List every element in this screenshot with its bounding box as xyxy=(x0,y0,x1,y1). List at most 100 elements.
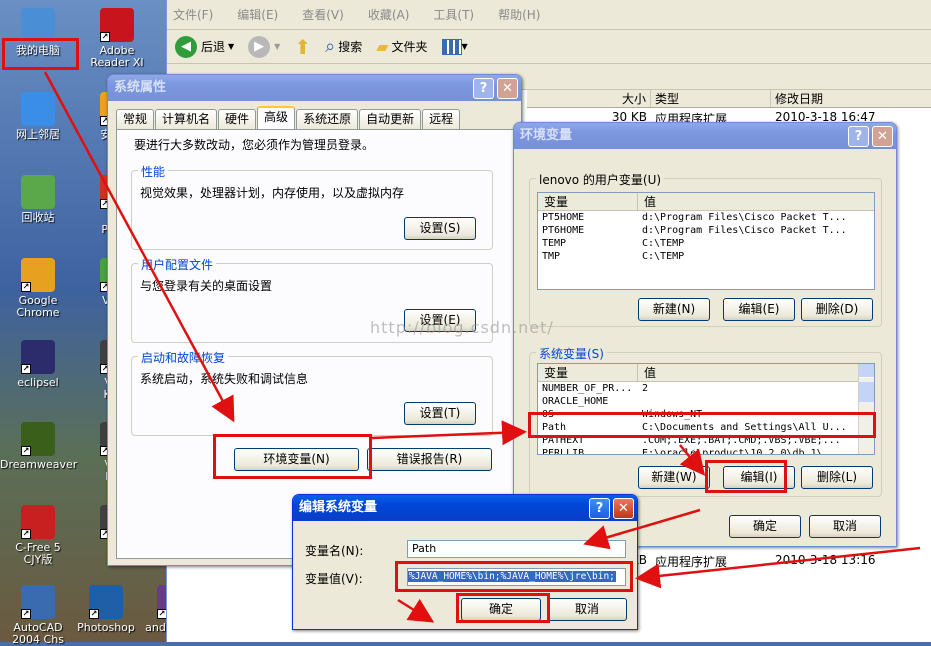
variable-value xyxy=(638,395,858,408)
ok-button[interactable]: 确定 xyxy=(729,515,801,538)
column-value[interactable]: 值 xyxy=(638,193,874,210)
group-title: 性能 xyxy=(138,163,169,180)
system-edit-button[interactable]: 编辑(I) xyxy=(723,466,795,489)
user-edit-button[interactable]: 编辑(E) xyxy=(723,298,795,321)
desktop-icon[interactable]: ↗ Google Chrome xyxy=(0,258,76,319)
tab-strip: 常规 计算机名 硬件 高级 系统还原 自动更新 远程 xyxy=(116,106,461,129)
list-item[interactable]: PATHEXT .COM;.EXE;.BAT;.CMD;.VBS;.VBE;... xyxy=(538,434,874,447)
list-item[interactable]: PT5HOME d:\Program Files\Cisco Packet T..… xyxy=(538,211,874,224)
tab-hardware[interactable]: 硬件 xyxy=(218,109,257,129)
ok-button[interactable]: 确定 xyxy=(461,598,541,621)
close-button[interactable]: ✕ xyxy=(872,126,893,147)
desktop-icon[interactable]: ↗ Photoshop xyxy=(68,585,144,634)
title-bar[interactable]: 系统属性 ? ✕ xyxy=(108,75,521,101)
column-size[interactable]: 大小 xyxy=(527,90,651,107)
chevron-down-icon[interactable]: ▼ xyxy=(228,42,234,51)
desktop-icon[interactable]: ↗ AutoCAD 2004 Chs xyxy=(0,585,76,646)
variable-name-field[interactable]: Path xyxy=(407,540,626,558)
folders-button[interactable]: ▰ 文件夹 xyxy=(376,37,427,56)
desktop-icon[interactable]: 回收站 xyxy=(0,175,76,224)
list-item[interactable]: ORACLE_HOME xyxy=(538,395,874,408)
column-type[interactable]: 类型 xyxy=(651,90,771,107)
search-button[interactable]: ⌕ 搜索 xyxy=(325,36,362,57)
recycle-bin-icon xyxy=(21,175,55,209)
menu-file[interactable]: 文件(F) xyxy=(173,6,213,23)
help-button[interactable]: ? xyxy=(473,78,494,99)
cancel-button[interactable]: 取消 xyxy=(547,598,627,621)
help-button[interactable]: ? xyxy=(848,126,869,147)
performance-settings-button[interactable]: 设置(S) xyxy=(404,217,476,240)
system-new-button[interactable]: 新建(W) xyxy=(638,466,710,489)
system-variables-list[interactable]: 变量值 NUMBER_OF_PR... 2 ORACLE_HOME OS Windows… xyxy=(537,363,875,455)
startup-settings-button[interactable]: 设置(T) xyxy=(404,402,476,425)
back-button[interactable]: ◀ 后退 ▼ xyxy=(175,35,234,58)
variable-value: Windows_NT xyxy=(642,409,703,420)
title-bar[interactable]: 环境变量 ? ✕ xyxy=(514,123,896,149)
tab-auto-update[interactable]: 自动更新 xyxy=(359,109,422,129)
forward-button[interactable]: ▶ ▼ xyxy=(248,35,280,58)
column-date[interactable]: 修改日期 xyxy=(771,90,931,107)
list-item[interactable]: NUMBER_OF_PR... 2 xyxy=(538,382,874,395)
user-new-button[interactable]: 新建(N) xyxy=(638,298,710,321)
group-title: 启动和故障恢复 xyxy=(138,349,229,366)
dialog-title: 编辑系统变量 xyxy=(299,500,378,515)
scroll-up-arrow-icon[interactable] xyxy=(859,364,874,378)
variable-value: C:\Documents and Settings\All U... xyxy=(642,422,847,433)
variable-value-field[interactable]: %JAVA_HOME%\bin;%JAVA_HOME%\jre\bin; xyxy=(407,568,626,586)
column-variable[interactable]: 变量 xyxy=(538,364,638,381)
watermark: http://blog.csdn.net/ xyxy=(370,318,554,337)
views-button[interactable]: ▼ xyxy=(441,38,468,55)
startup-recovery-group: 启动和故障恢复 系统启动，系统失败和调试信息 设置(T) xyxy=(131,349,493,436)
menu-tools[interactable]: 工具(T) xyxy=(433,6,474,23)
desktop-icon-label: eclipsel xyxy=(17,376,59,389)
list-item[interactable]: OS Windows_NT xyxy=(538,408,874,421)
back-arrow-icon: ◀ xyxy=(175,35,197,58)
system-delete-button[interactable]: 删除(L) xyxy=(801,466,873,489)
tab-advanced[interactable]: 高级 xyxy=(257,106,296,129)
menu-help[interactable]: 帮助(H) xyxy=(498,6,540,23)
list-item[interactable]: PERLLIB E:\oracle\product\10.2.0\db_1\... xyxy=(538,447,874,455)
tab-remote[interactable]: 远程 xyxy=(422,109,461,129)
list-item[interactable]: Path C:\Documents and Settings\All U... xyxy=(538,421,874,434)
help-button[interactable]: ? xyxy=(589,498,610,519)
desktop-icon[interactable]: ↗ eclipsel xyxy=(0,340,76,389)
list-item[interactable]: PT6HOME d:\Program Files\Cisco Packet T..… xyxy=(538,224,874,237)
cancel-button[interactable]: 取消 xyxy=(809,515,881,538)
user-variables-group: lenovo 的用户变量(U) 变量值 PT5HOME d:\Program Fi… xyxy=(529,171,882,327)
user-variables-list[interactable]: 变量值 PT5HOME d:\Program Files\Cisco Packet… xyxy=(537,192,875,290)
group-title: 系统变量(S) xyxy=(536,345,607,362)
list-item[interactable]: TMP C:\TEMP xyxy=(538,250,874,263)
close-button[interactable]: ✕ xyxy=(497,78,518,99)
my-computer-icon xyxy=(21,8,55,42)
folder-icon: ▰ xyxy=(376,37,389,56)
user-delete-button[interactable]: 删除(D) xyxy=(801,298,873,321)
tab-general[interactable]: 常规 xyxy=(116,109,155,129)
list-item[interactable]: TEMP C:\TEMP xyxy=(538,237,874,250)
group-description: 与您登录有关的桌面设置 xyxy=(140,279,273,293)
menu-view[interactable]: 查看(V) xyxy=(302,6,344,23)
desktop-icon[interactable]: ↗ Dreamweaver xyxy=(0,422,78,471)
explorer-menubar: 文件(F) 编辑(E) 查看(V) 收藏(A) 工具(T) 帮助(H) xyxy=(167,0,931,30)
up-folder-button[interactable]: ⬆ xyxy=(294,35,311,59)
environment-variables-button[interactable]: 环境变量(N) xyxy=(234,448,359,471)
list-scrollbar[interactable] xyxy=(858,364,874,454)
menu-favorites[interactable]: 收藏(A) xyxy=(368,6,410,23)
dreamweaver-icon: ↗ xyxy=(21,422,55,456)
column-variable[interactable]: 变量 xyxy=(538,193,638,210)
tab-system-restore[interactable]: 系统还原 xyxy=(296,109,359,129)
column-value[interactable]: 值 xyxy=(638,364,874,381)
scroll-thumb[interactable] xyxy=(859,382,874,402)
title-bar[interactable]: 编辑系统变量 ? ✕ xyxy=(293,495,637,521)
desktop-icon-label: Dreamweaver xyxy=(0,458,78,471)
variable-value: E:\oracle\product\10.2.0\db_1\... xyxy=(642,448,841,455)
error-reporting-button[interactable]: 错误报告(R) xyxy=(367,448,492,471)
dialog-title: 环境变量 xyxy=(520,128,573,143)
desktop-icon[interactable]: ↗ C-Free 5 CJY版 xyxy=(0,505,76,566)
menu-edit[interactable]: 编辑(E) xyxy=(237,6,278,23)
desktop-icon[interactable]: 我的电脑 xyxy=(0,8,76,57)
tab-computer-name[interactable]: 计算机名 xyxy=(155,109,218,129)
close-button[interactable]: ✕ xyxy=(613,498,634,519)
forward-arrow-icon: ▶ xyxy=(248,35,271,58)
desktop-icon[interactable]: 网上邻居 xyxy=(0,92,76,141)
desktop-icon[interactable]: ↗ Adobe Reader XI xyxy=(79,8,155,69)
